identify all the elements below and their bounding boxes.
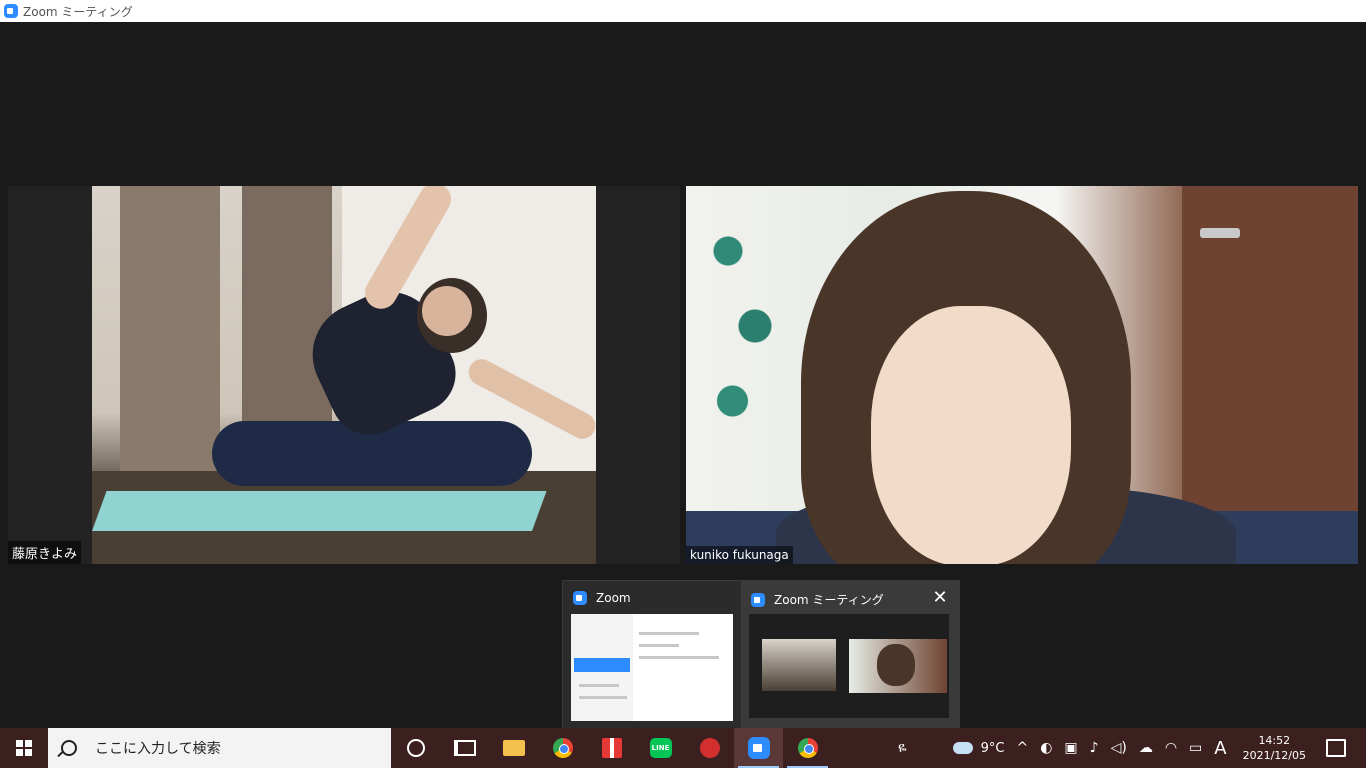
participant-video xyxy=(686,186,1358,564)
taskbar-preview-popup: Zoom Zoom ミーティング ✕ xyxy=(562,580,960,730)
chrome-icon xyxy=(552,738,573,758)
thumbnail-text-line xyxy=(639,644,679,647)
preview-window-zoom-meeting[interactable]: Zoom ミーティング ✕ xyxy=(741,581,959,729)
thumbnail-text-line xyxy=(579,684,619,687)
closet-door xyxy=(120,186,220,476)
clock[interactable]: 14:52 2021/12/05 xyxy=(1243,733,1306,763)
line-icon: LINE xyxy=(649,738,672,758)
onedrive-icon[interactable]: ☁ xyxy=(1139,740,1153,756)
gift-icon xyxy=(601,738,622,758)
thumbnail-text-line xyxy=(639,656,719,659)
people-icon[interactable]: ዬ xyxy=(898,740,907,756)
thumbnail-text-line xyxy=(579,696,627,699)
participant-name: 藤原きよみ xyxy=(8,541,82,564)
file-explorer-button[interactable] xyxy=(489,728,538,768)
folder-icon xyxy=(502,740,525,756)
preview-header: Zoom xyxy=(573,591,631,605)
door-handle xyxy=(1200,228,1240,238)
preview-title: Zoom ミーティング xyxy=(774,593,884,607)
thumbnail-text-line xyxy=(639,632,699,635)
remote-icon[interactable]: ▣ xyxy=(1064,740,1077,756)
person-face xyxy=(422,286,472,336)
search-placeholder: ここに入力して検索 xyxy=(95,741,221,757)
zoom-icon xyxy=(573,591,587,605)
cortana-button[interactable] xyxy=(391,728,440,768)
taskbar-search[interactable]: ここに入力して検索 xyxy=(48,728,391,768)
title-bar: Zoom ミーティング xyxy=(0,0,1366,22)
participant-tile[interactable]: 藤原きよみ xyxy=(8,186,680,564)
preview-header: Zoom ミーティング xyxy=(751,591,884,608)
search-icon xyxy=(61,740,77,756)
chevron-up-icon[interactable]: ^ xyxy=(1016,740,1028,756)
clock-time: 14:52 xyxy=(1258,734,1291,747)
system-tray: ዬ 9°C ^ ◐ ▣ ♪ ◁) ☁ ◠ ▭ A 14:52 2021/12/0… xyxy=(892,728,1366,768)
taskbar: ここに入力して検索 LINE ዬ 9°C ^ ◐ ▣ ♪ ◁) ☁ ◠ ▭ A … xyxy=(0,728,1366,768)
line-app-button[interactable]: LINE xyxy=(636,728,685,768)
battery-icon[interactable]: ▭ xyxy=(1189,740,1202,756)
notification-icon[interactable] xyxy=(1326,739,1346,757)
task-view-button[interactable] xyxy=(440,728,489,768)
gift-app-button[interactable] xyxy=(587,728,636,768)
preview-thumbnail xyxy=(571,614,733,721)
windows-icon xyxy=(16,740,32,756)
weather-widget[interactable]: 9°C xyxy=(952,740,1005,756)
chrome-icon xyxy=(797,738,818,758)
clock-date: 2021/12/05 xyxy=(1242,749,1306,762)
participant-name: kuniko fukunaga xyxy=(686,546,793,564)
person-face xyxy=(871,306,1071,564)
preview-window-zoom[interactable]: Zoom xyxy=(563,581,739,729)
trend-micro-button[interactable] xyxy=(685,728,734,768)
yoga-mat xyxy=(92,491,547,531)
zoom-taskbar-button[interactable] xyxy=(734,728,783,768)
task-view-icon xyxy=(453,740,476,756)
ime-indicator[interactable]: A xyxy=(1214,738,1226,759)
trend-micro-icon xyxy=(699,738,720,758)
preview-title: Zoom xyxy=(596,591,631,605)
participant-video xyxy=(92,186,596,564)
zoom-icon xyxy=(747,737,770,759)
plant-curtain xyxy=(701,191,791,491)
preview-thumbnail xyxy=(749,614,949,718)
volume-icon[interactable]: ◁) xyxy=(1111,740,1127,756)
wifi-icon[interactable]: ◠ xyxy=(1165,740,1177,756)
window-title: Zoom ミーティング xyxy=(23,4,133,19)
zoom-app-icon xyxy=(4,4,18,18)
weather-temp: 9°C xyxy=(980,740,1005,756)
cloud-icon xyxy=(952,742,973,754)
camera-icon[interactable]: ◐ xyxy=(1040,740,1052,756)
cortana-icon xyxy=(406,739,425,757)
participant-tile[interactable]: kuniko fukunaga xyxy=(686,186,1358,564)
thumbnail-video xyxy=(762,639,836,691)
microphone-icon[interactable]: ♪ xyxy=(1090,740,1099,756)
chrome-button[interactable] xyxy=(538,728,587,768)
zoom-icon xyxy=(751,592,765,607)
thumbnail-selected-item xyxy=(574,658,630,672)
start-button[interactable] xyxy=(0,728,48,768)
chrome-button[interactable] xyxy=(783,728,832,768)
close-icon[interactable]: ✕ xyxy=(929,587,951,609)
thumbnail-face xyxy=(877,644,915,686)
